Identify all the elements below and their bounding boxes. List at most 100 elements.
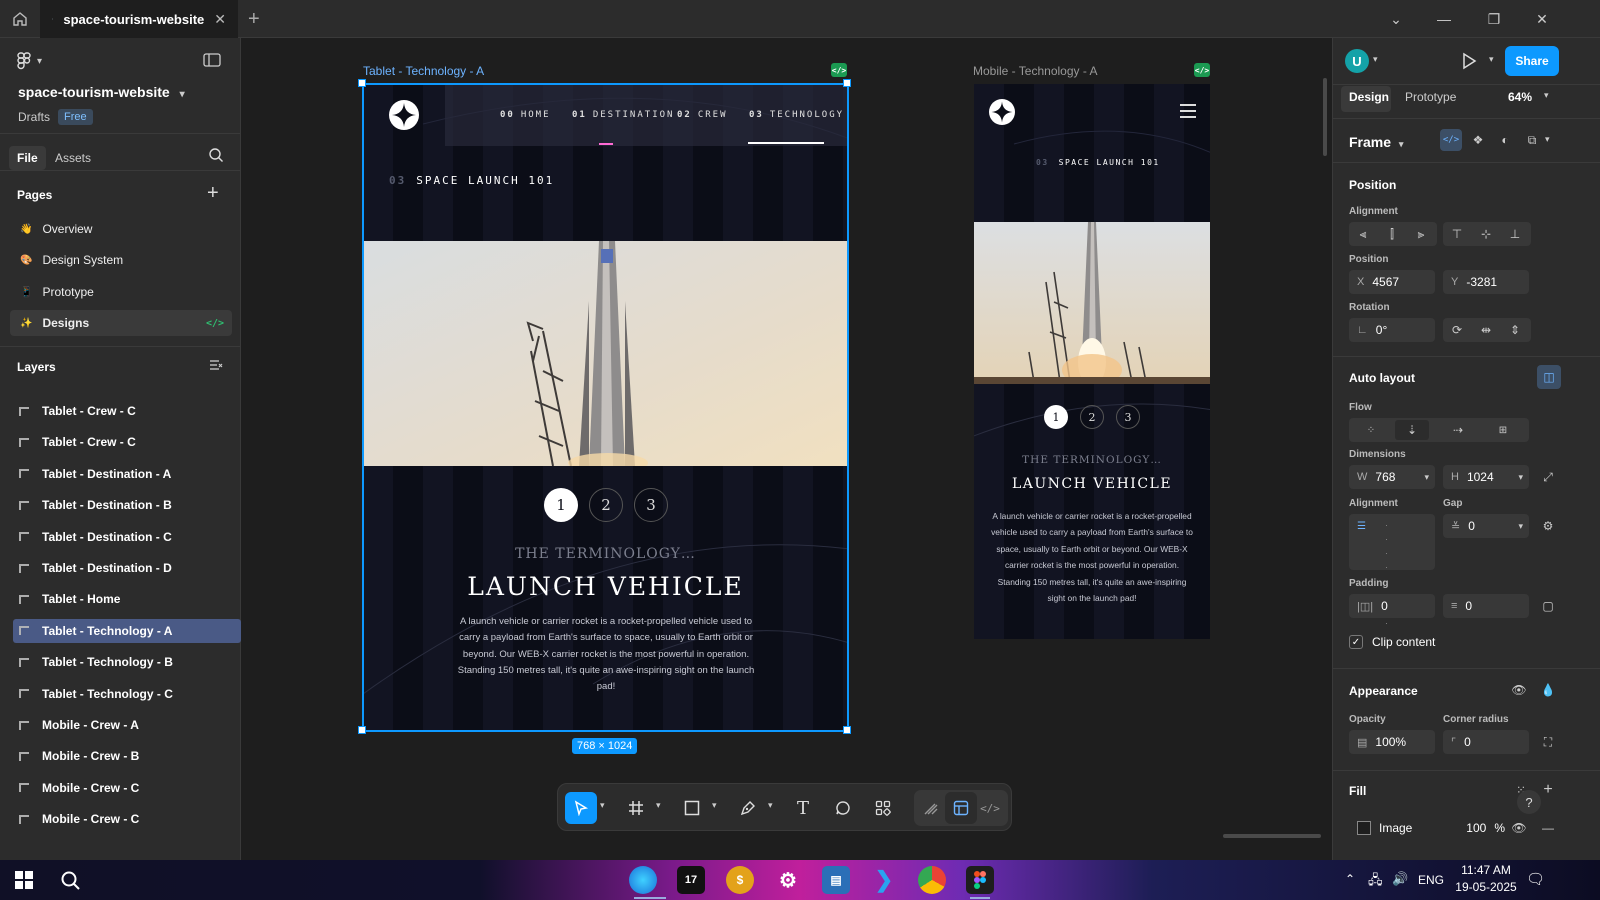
rotate-icon[interactable]: ⟳ bbox=[1445, 318, 1469, 342]
eye-icon[interactable]: 👁 bbox=[1507, 816, 1531, 840]
chevron-down-icon[interactable]: ⌄ bbox=[1372, 0, 1420, 38]
volume-icon[interactable]: 🔊 bbox=[1392, 871, 1408, 887]
independent-corners-icon[interactable]: ⛶ bbox=[1536, 730, 1560, 754]
share-button[interactable]: Share bbox=[1505, 46, 1559, 76]
chevron-down-icon[interactable]: ▾ bbox=[600, 800, 605, 811]
comment-tool-icon[interactable] bbox=[827, 792, 859, 824]
slide-pill-1[interactable]: 1 bbox=[1044, 405, 1068, 429]
resize-handle[interactable] bbox=[358, 79, 366, 87]
rotation-field[interactable]: ∟ 0° bbox=[1349, 318, 1435, 342]
resize-handle[interactable] bbox=[843, 726, 851, 734]
network-icon[interactable]: 🖧 bbox=[1368, 871, 1383, 893]
layer-item[interactable]: Mobile - Crew - C bbox=[13, 776, 241, 800]
flow-grid-icon[interactable]: ⊞ bbox=[1491, 418, 1515, 442]
layer-item[interactable]: Tablet - Destination - C bbox=[13, 525, 241, 549]
dev-mode-icon[interactable]: </> bbox=[1194, 63, 1210, 77]
flip-horizontal-icon[interactable]: ⇹ bbox=[1474, 318, 1498, 342]
opacity-field[interactable]: ▤ 100% bbox=[1349, 730, 1435, 754]
fill-row[interactable]: Image 100 % bbox=[1349, 816, 1511, 840]
desktop-app-icon[interactable]: ▤ bbox=[822, 866, 850, 894]
language-indicator[interactable]: ENG bbox=[1418, 873, 1444, 887]
flow-vertical-icon[interactable]: ⇣ bbox=[1400, 418, 1424, 442]
present-icon[interactable] bbox=[1461, 52, 1477, 73]
layer-item[interactable]: Mobile - Crew - B bbox=[13, 744, 241, 768]
width-field[interactable]: W 768 ▾ bbox=[1349, 465, 1435, 489]
individual-padding-icon[interactable]: ▢ bbox=[1536, 594, 1560, 618]
tablet-frame[interactable]: 00 HOME 01 DESTINATION 02 CREW 03 TECHNOLOGY… bbox=[363, 84, 848, 731]
edge-browser-icon[interactable] bbox=[629, 866, 657, 894]
frame-tool-icon[interactable] bbox=[620, 792, 652, 824]
nav-link-technology[interactable]: 03 TECHNOLOGY bbox=[749, 110, 844, 120]
layer-item[interactable]: Tablet - Technology - C bbox=[13, 682, 241, 706]
hamburger-menu-icon[interactable] bbox=[1180, 104, 1196, 118]
horizontal-padding-field[interactable]: |◫| 0 bbox=[1349, 594, 1435, 618]
frame-label-mobile[interactable]: Mobile - Technology - A bbox=[973, 64, 1098, 78]
close-window-icon[interactable]: ✕ bbox=[1518, 0, 1566, 38]
layer-item[interactable]: Tablet - Crew - C bbox=[13, 399, 241, 423]
layer-item[interactable]: Tablet - Technology - B bbox=[13, 650, 241, 674]
tab-design[interactable]: Design bbox=[1349, 90, 1389, 104]
logo-icon[interactable] bbox=[989, 99, 1015, 125]
tab-assets[interactable]: Assets bbox=[47, 146, 99, 170]
search-icon[interactable] bbox=[208, 147, 224, 166]
layer-item[interactable]: Tablet - Destination - B bbox=[13, 493, 241, 517]
layer-item[interactable]: Tablet - Home bbox=[13, 587, 241, 611]
new-tab-icon[interactable]: + bbox=[248, 8, 260, 31]
resize-handle[interactable] bbox=[843, 79, 851, 87]
help-button[interactable]: ? bbox=[1517, 790, 1541, 814]
boolean-icon[interactable]: ⧉ bbox=[1520, 128, 1544, 152]
mobile-frame[interactable]: 03 SPACE LAUNCH 101 1 2 3 THE TERMINOLOGY… bbox=[974, 84, 1210, 639]
settings-gear-icon[interactable]: ⚙ bbox=[774, 866, 802, 894]
align-middle-icon[interactable]: ⊹ bbox=[1474, 222, 1498, 246]
page-item-overview[interactable]: 👋 Overview bbox=[10, 216, 232, 242]
mask-icon[interactable]: ◐ bbox=[1493, 128, 1517, 152]
flow-freeform-icon[interactable]: ⁘ bbox=[1359, 418, 1383, 442]
drafts-label[interactable]: Drafts bbox=[18, 110, 50, 124]
slide-pill-3[interactable]: 3 bbox=[634, 488, 668, 522]
main-menu-button[interactable]: ▾ bbox=[17, 52, 42, 70]
slide-pill-1[interactable]: 1 bbox=[544, 488, 578, 522]
vertical-padding-field[interactable]: ≡ 0 bbox=[1443, 594, 1529, 618]
slide-pill-2[interactable]: 2 bbox=[1080, 405, 1104, 429]
chevron-down-icon[interactable]: ▾ bbox=[712, 800, 717, 811]
chevron-down-icon[interactable]: ▾ bbox=[1373, 54, 1378, 65]
resize-handle[interactable] bbox=[358, 726, 366, 734]
minimize-icon[interactable]: — bbox=[1420, 0, 1468, 38]
clock[interactable]: 11:47 AM 19-05-2025 bbox=[1452, 863, 1520, 894]
blend-mode-icon[interactable]: 💧 bbox=[1536, 678, 1560, 702]
remove-fill-icon[interactable]: — bbox=[1536, 816, 1560, 840]
layout-settings-icon[interactable]: ⚙ bbox=[1536, 514, 1560, 538]
flip-vertical-icon[interactable]: ⇕ bbox=[1503, 318, 1527, 342]
tab-file[interactable]: File bbox=[9, 146, 46, 170]
resize-to-fit-icon[interactable]: ⤢ bbox=[1536, 465, 1560, 489]
canvas-scrollbar[interactable] bbox=[1323, 78, 1327, 156]
nav-link-destination[interactable]: 01 DESTINATION bbox=[572, 110, 674, 120]
tab-prototype[interactable]: Prototype bbox=[1405, 90, 1456, 104]
flow-horizontal-icon[interactable]: ⇢ bbox=[1446, 418, 1470, 442]
chevron-down-icon[interactable]: ▾ bbox=[1544, 90, 1549, 101]
frame-label-tablet[interactable]: Tablet - Technology - A bbox=[363, 64, 484, 78]
layer-item[interactable]: Tablet - Technology - A bbox=[13, 618, 241, 643]
avatar[interactable]: U bbox=[1345, 49, 1369, 73]
add-page-icon[interactable]: + bbox=[207, 182, 219, 205]
layer-item[interactable]: Mobile - Crew - C bbox=[13, 807, 241, 831]
project-name[interactable]: space-tourism-website ▾ bbox=[18, 84, 185, 100]
corner-radius-field[interactable]: ⌜ 0 bbox=[1443, 730, 1529, 754]
layer-item[interactable]: Tablet - Crew - C bbox=[13, 430, 241, 454]
canvas-scrollbar-horizontal[interactable] bbox=[1223, 834, 1321, 838]
chevron-down-icon[interactable]: ▾ bbox=[1489, 54, 1494, 65]
gap-field[interactable]: ≚ 0 ▾ bbox=[1443, 514, 1529, 538]
vscode-icon[interactable]: ❯ bbox=[870, 866, 898, 894]
dev-mode-icon[interactable]: </> bbox=[974, 792, 1006, 824]
search-icon[interactable] bbox=[56, 866, 84, 894]
chevron-down-icon[interactable]: ▾ bbox=[768, 800, 773, 811]
page-item-designs[interactable]: ✨ Designs </> bbox=[10, 310, 232, 336]
close-tab-icon[interactable]: ✕ bbox=[214, 11, 226, 28]
dev-mode-icon[interactable]: </> bbox=[831, 63, 847, 77]
page-item-prototype[interactable]: 📱 Prototype bbox=[10, 279, 232, 305]
figma-app-icon[interactable] bbox=[966, 866, 994, 894]
file-tab[interactable]: space-tourism-website ✕ bbox=[40, 0, 238, 38]
page-item-design-system[interactable]: 🎨 Design System bbox=[10, 247, 232, 273]
nav-link-crew[interactable]: 02 CREW bbox=[677, 110, 728, 120]
align-right-icon[interactable]: ⫸ bbox=[1409, 222, 1433, 246]
